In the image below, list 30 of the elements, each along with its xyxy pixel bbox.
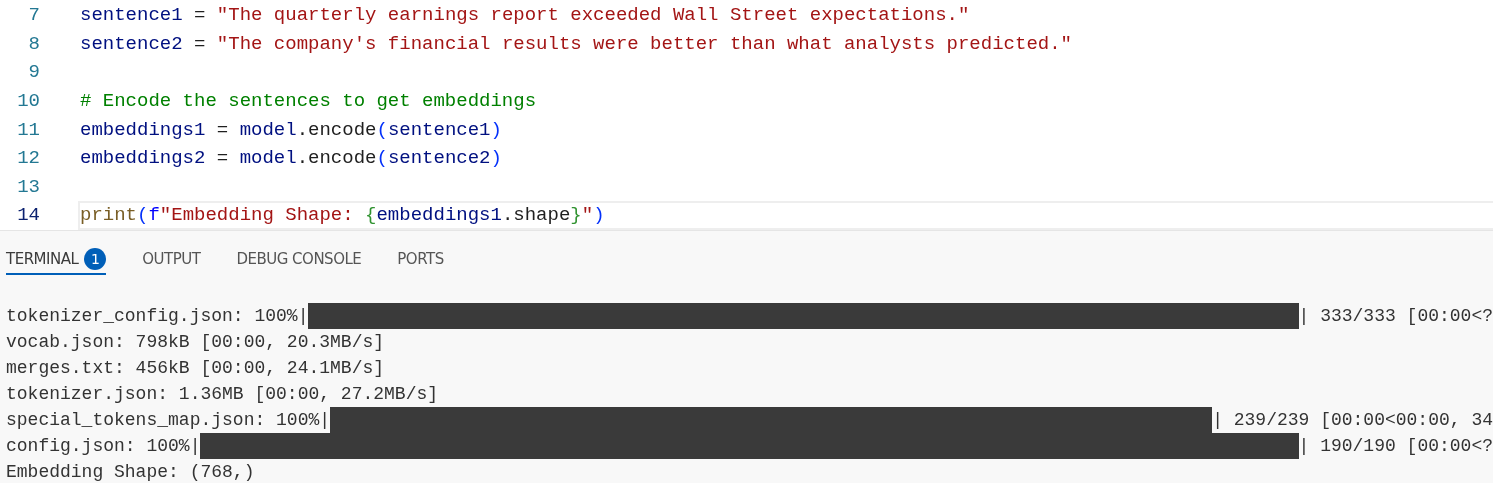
terminal-text: tokenizer_config.json: 100%| — [6, 305, 309, 326]
terminal-text: | 190/190 [00:00<? — [1298, 435, 1493, 456]
code-line: embeddings1 = model.encode(sentence1) — [79, 117, 503, 143]
line-number: 10 — [16, 90, 40, 113]
line-number: 7 — [27, 4, 40, 27]
line-number: 11 — [16, 118, 40, 141]
panel-tab[interactable]: TERMINAL 1 — [6, 244, 107, 275]
line-number: 14 — [16, 204, 40, 227]
terminal-text: | 239/239 [00:00<00:00, 34 — [1212, 409, 1493, 430]
line-number: 12 — [16, 147, 40, 170]
terminal-text: vocab.json: 798kB [00:00, 20.3MB/s] — [6, 331, 385, 352]
terminal-text: merges.txt: 456kB [00:00, 24.1MB/s] — [6, 357, 385, 378]
terminal-text: special_tokens_map.json: 100%| — [6, 409, 331, 430]
code-line: sentence1 = "The quarterly earnings report exceeded Wall Street expectations." — [79, 3, 971, 29]
terminal-text: | 333/333 [00:00<? — [1298, 305, 1493, 326]
line-number: 8 — [27, 32, 40, 55]
panel-tab[interactable]: PORTS — [397, 244, 444, 275]
code-line: # Encode the sentences to get embeddings — [79, 89, 538, 115]
code-line: print(f"Embedding Shape: {embeddings1.shape}") — [78, 201, 1493, 230]
terminal-text: Embedding Shape: (768,) — [6, 461, 255, 482]
count-badge: 1 — [84, 247, 107, 270]
terminal-text: tokenizer.json: 1.36MB [00:00, 27.2MB/s] — [6, 383, 439, 404]
line-number: 9 — [27, 61, 40, 84]
terminal-text: config.json: 100%| — [6, 435, 201, 456]
line-number: 13 — [16, 175, 40, 198]
code-editor[interactable] — [0, 0, 1493, 231]
panel-tab[interactable]: OUTPUT — [142, 244, 201, 275]
panel-tab[interactable]: DEBUG CONSOLE — [236, 244, 362, 275]
code-line: sentence2 = "The company's financial results were better than what analysts predicted." — [79, 31, 1073, 57]
code-line: embeddings2 = model.encode(sentence2) — [79, 146, 503, 172]
